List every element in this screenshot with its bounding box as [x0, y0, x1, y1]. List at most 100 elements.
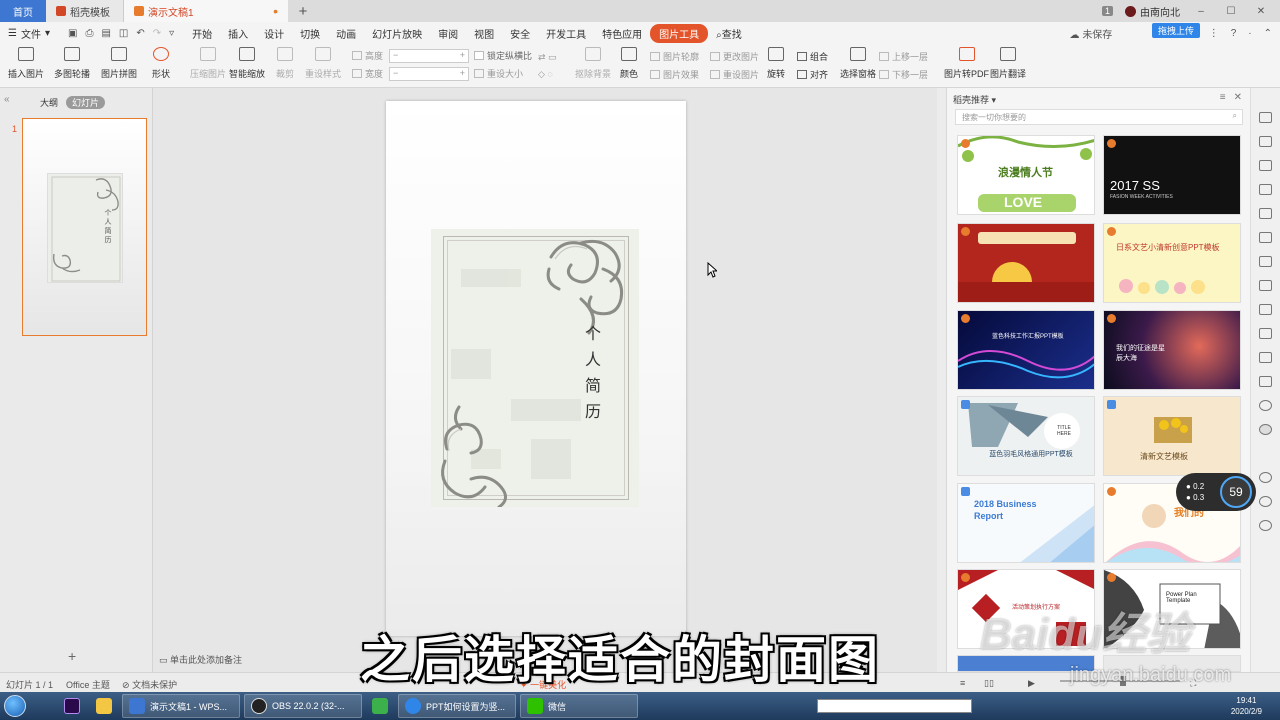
reset-style-button[interactable]: 重设样式	[305, 47, 341, 80]
chart-icon[interactable]	[1259, 256, 1272, 267]
reset-picture-button[interactable]: 重设图片	[710, 68, 759, 81]
print-preview-icon[interactable]: ⎙	[85, 28, 93, 39]
taskbar-item-browser[interactable]: PPT如何设置为竖...	[398, 694, 516, 718]
list-icon[interactable]: ≡	[1220, 92, 1226, 103]
notes-toggle-icon[interactable]: ≡	[960, 678, 965, 688]
template-card[interactable]	[957, 223, 1095, 303]
template-card[interactable]: 2017 SS FASION WEEK ACTIVITIES	[1103, 135, 1241, 215]
print-icon[interactable]: ▤	[101, 28, 110, 39]
selection-pane-button[interactable]: 选择窗格	[840, 47, 876, 80]
align-button[interactable]: 对齐	[797, 68, 828, 81]
insert-image-button[interactable]: 插入图片	[8, 47, 44, 80]
customize-icon[interactable]: ▿	[169, 28, 174, 39]
menu-transitions[interactable]: 切换	[292, 26, 328, 41]
color-button[interactable]: 颜色	[620, 47, 638, 80]
maximize-icon[interactable]: ☐	[1222, 6, 1240, 17]
minus-icon[interactable]: −	[393, 50, 398, 62]
shape-button[interactable]: 形状	[152, 47, 170, 80]
compress-image-button[interactable]: 压缩图片	[190, 47, 226, 80]
pane-title[interactable]: 稻壳推荐 ▾	[953, 93, 996, 106]
menu-review[interactable]: 审阅	[430, 26, 466, 41]
table-icon[interactable]	[1259, 208, 1272, 219]
close-pane-icon[interactable]: ✕	[1234, 92, 1242, 103]
tab-slides[interactable]: 幻灯片	[66, 96, 106, 109]
explorer-icon[interactable]	[90, 694, 118, 718]
view-normal-icon[interactable]: ▯▯	[984, 678, 994, 689]
template-card[interactable]: 浪漫情人节 LOVE	[957, 135, 1095, 215]
undo-icon[interactable]: ↶	[136, 28, 144, 39]
remove-bg-button[interactable]: 抠除背景	[575, 47, 611, 80]
animation-icon[interactable]	[1259, 136, 1272, 147]
close-icon[interactable]: ✕	[1252, 6, 1270, 17]
iqiyi-icon[interactable]	[366, 694, 394, 718]
template-card[interactable]: 我们的征途是星辰大海	[1103, 310, 1241, 390]
menu-search[interactable]: ⌕查找	[708, 26, 750, 41]
template-card[interactable]: 日系文艺小清新创意PPT模板	[1103, 223, 1241, 303]
drag-upload-button[interactable]: 拖拽上传	[1151, 22, 1200, 38]
minimize-icon[interactable]: –	[1192, 6, 1210, 17]
reset-size-button[interactable]: 重设大小	[474, 67, 523, 80]
help-icon[interactable]: ?	[1231, 28, 1237, 39]
help-icon[interactable]	[1259, 472, 1272, 483]
multi-image-button[interactable]: 多图轮播	[54, 47, 90, 80]
template-card[interactable]: 2018 Business Report	[957, 483, 1095, 563]
height-input[interactable]: − +	[389, 49, 469, 63]
menu-design[interactable]: 设计	[256, 26, 292, 41]
effect-button[interactable]: 图片效果	[650, 68, 699, 81]
start-button[interactable]	[0, 692, 30, 720]
transition-icon[interactable]	[1259, 160, 1272, 171]
grid-icon[interactable]	[1259, 232, 1272, 243]
menu-slideshow[interactable]: 幻灯片放映	[364, 26, 430, 41]
theme-name[interactable]: Office 主题	[66, 678, 110, 691]
flip-icon[interactable]: ⇄ ▭	[538, 52, 557, 63]
menu-security[interactable]: 安全	[502, 26, 538, 41]
taskbar-address-input[interactable]	[817, 699, 972, 713]
menu-picture-tools[interactable]: 图片工具	[650, 23, 709, 43]
unsaved-status[interactable]: ☁ 未保存	[1070, 26, 1113, 41]
document-protect[interactable]: ⊘ 文档未保护	[122, 678, 177, 691]
menu-special[interactable]: 特色应用	[594, 26, 650, 41]
template-search-input[interactable]: 搜索一切你想要的 ⌕	[955, 109, 1243, 125]
tab-presentation[interactable]: 演示文稿1 •	[124, 0, 288, 22]
cover-title[interactable]: 个人简历	[583, 321, 603, 425]
layout-icon[interactable]	[1259, 352, 1272, 363]
menu-animations[interactable]: 动画	[328, 26, 364, 41]
slide-thumbnail[interactable]: 个人简历	[22, 118, 147, 336]
plus-icon[interactable]: +	[460, 68, 465, 80]
canvas-scrollbar[interactable]	[937, 88, 946, 672]
picture-icon[interactable]	[1259, 376, 1272, 387]
minus-icon[interactable]: −	[393, 68, 398, 80]
system-clock[interactable]: 19:41 2020/2/9	[1231, 695, 1262, 717]
audio-icon[interactable]	[1259, 400, 1272, 411]
bring-forward-button[interactable]: 上移一层	[879, 50, 928, 63]
template-card[interactable]: 蓝色科技工作汇报PPT模板	[957, 310, 1095, 390]
rotate-button[interactable]: 旋转	[767, 47, 785, 80]
template-card[interactable]: TITLE HERE 蓝色羽毛风格通用PPT模板	[957, 396, 1095, 476]
location-icon[interactable]	[1259, 520, 1272, 531]
lock-ratio-checkbox[interactable]: 锁定纵横比	[474, 49, 532, 62]
change-picture-button[interactable]: 更改图片	[710, 50, 759, 63]
image-to-pdf-button[interactable]: 图片转PDF	[944, 47, 989, 80]
tab-home[interactable]: 首页	[0, 0, 46, 22]
width-input[interactable]: − +	[389, 67, 469, 81]
user-account[interactable]: 由南向北	[1125, 4, 1180, 19]
property-icon[interactable]	[1259, 112, 1272, 123]
collage-button[interactable]: 图片拼图	[101, 47, 137, 80]
network-speed-widget[interactable]: ● 0.2 ● 0.3 59	[1176, 473, 1256, 511]
share-icon[interactable]	[1259, 328, 1272, 339]
slide[interactable]: 个人简历	[386, 101, 686, 636]
play-icon[interactable]: ▶	[1028, 678, 1035, 689]
rotate-small-icon[interactable]: ◇ ◌	[538, 69, 553, 80]
crop-button[interactable]: 裁剪	[276, 47, 294, 80]
taskbar-item-wechat[interactable]: 微信	[520, 694, 638, 718]
document-icon[interactable]	[1259, 304, 1272, 315]
file-menu[interactable]: ☰ 文件 ▾	[0, 26, 58, 41]
group-button[interactable]: 组合	[797, 50, 828, 63]
style-icon[interactable]	[1259, 184, 1272, 195]
tab-docer-templates[interactable]: 稻壳模板	[46, 0, 124, 22]
taskbar-item-wps[interactable]: 演示文稿1 - WPS...	[122, 694, 240, 718]
plus-icon[interactable]: +	[460, 50, 465, 62]
more-icon[interactable]: ⋮	[1209, 28, 1219, 39]
taskbar-item-obs[interactable]: OBS 22.0.2 (32-...	[244, 694, 362, 718]
template-card[interactable]: 清新文艺模板	[1103, 396, 1241, 476]
